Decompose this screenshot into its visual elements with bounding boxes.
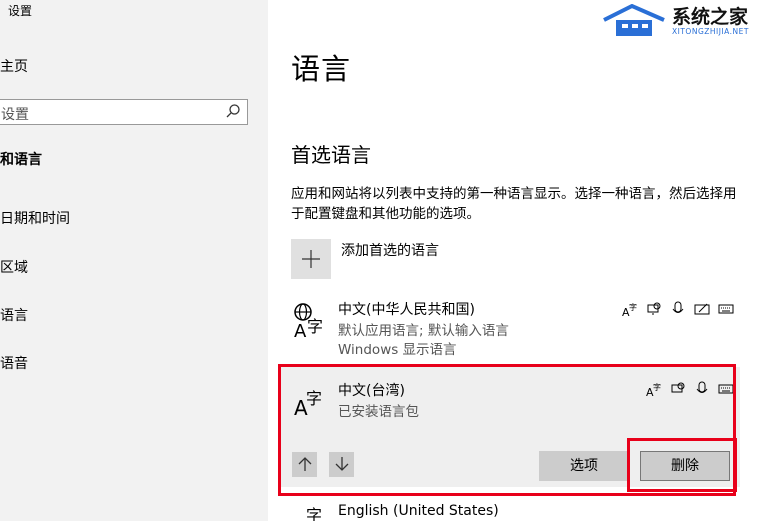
language-icon: 字 (306, 506, 322, 521)
add-language-tile[interactable] (291, 239, 331, 279)
section-title: 首选语言 (291, 143, 371, 167)
language-name: English (United States) (338, 503, 499, 519)
add-language-button[interactable]: 添加首选的语言 (291, 239, 671, 279)
page-title: 语言 (291, 52, 352, 86)
add-language-label: 添加首选的语言 (341, 243, 439, 259)
language-item-zh-cn[interactable]: A 字 中文(中华人民共和国) 默认应用语言; 默认输入语言 Windows 显… (278, 297, 740, 358)
speech-icon (646, 301, 662, 317)
sidebar: 设置 主页 设置 和语言 日期和时间 区域 语言 语音 (0, 0, 268, 521)
language-display-status: Windows 显示语言 (338, 342, 457, 358)
sidebar-item-speech[interactable]: 语音 (0, 353, 28, 373)
house-logo-icon (603, 4, 665, 36)
display-language-icon: A字 (622, 301, 638, 319)
language-feature-icons: A字 (622, 301, 734, 319)
window-title: 设置 (8, 4, 33, 18)
search-placeholder: 设置 (1, 107, 29, 123)
sidebar-item-date-time[interactable]: 日期和时间 (0, 208, 70, 228)
keyboard-icon (718, 301, 734, 317)
language-name: 中文(中华人民共和国) (338, 302, 475, 318)
svg-text:A: A (294, 321, 307, 340)
svg-text:字: 字 (629, 302, 637, 312)
sidebar-item-region[interactable]: 区域 (0, 257, 28, 277)
handwriting-icon (694, 301, 710, 317)
watermark-url: XITONGZHIJIA.NET (672, 27, 749, 36)
svg-text:字: 字 (306, 506, 322, 521)
sidebar-section-heading: 和语言 (0, 152, 42, 168)
watermark-logo: 系统之家 XITONGZHIJIA.NET (600, 0, 764, 40)
microphone-icon (670, 301, 686, 317)
description-text: 应用和网站将以列表中支持的第一种语言显示。选择一种语言，然后选择用于配置键盘和其… (291, 186, 737, 222)
sidebar-home[interactable]: 主页 (0, 56, 28, 76)
search-input[interactable]: 设置 (0, 99, 248, 125)
search-icon[interactable] (225, 103, 241, 119)
sidebar-item-language[interactable]: 语言 (0, 305, 28, 325)
language-status: 默认应用语言; 默认输入语言 (338, 323, 509, 339)
svg-text:字: 字 (307, 317, 323, 336)
watermark-title: 系统之家 (672, 6, 749, 28)
highlight-box-delete (627, 438, 737, 492)
language-globe-icon: A 字 (294, 303, 323, 340)
plus-icon (302, 250, 320, 268)
